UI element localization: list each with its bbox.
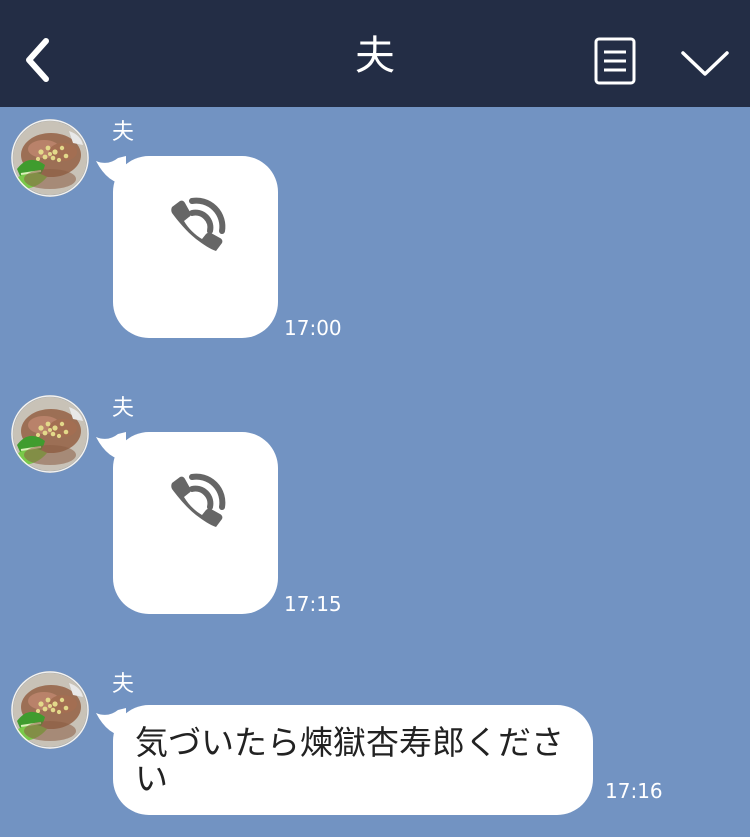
phone-call-icon	[156, 463, 236, 543]
chevron-down-icon	[681, 51, 729, 76]
sender-name: 夫	[112, 120, 135, 145]
sender-name: 夫	[112, 672, 135, 697]
text-bubble[interactable]: 気づいたら煉獄杏寿郎ください	[113, 705, 593, 815]
avatar[interactable]	[11, 395, 89, 473]
message-time: 17:00	[284, 316, 342, 340]
call-bubble[interactable]	[113, 432, 278, 614]
message-time: 17:15	[284, 592, 342, 616]
document-menu-icon	[594, 37, 636, 85]
chat-header: 夫	[0, 0, 750, 107]
message-time: 17:16	[605, 779, 663, 803]
sender-name: 夫	[112, 396, 135, 421]
avatar[interactable]	[11, 119, 89, 197]
avatar[interactable]	[11, 671, 89, 749]
phone-call-icon	[156, 187, 236, 267]
menu-button[interactable]	[590, 33, 640, 89]
call-bubble[interactable]	[113, 156, 278, 338]
expand-button[interactable]	[675, 38, 735, 88]
